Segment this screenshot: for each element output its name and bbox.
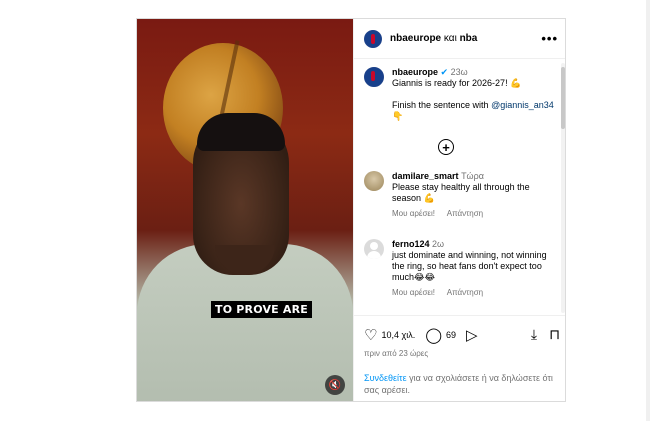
nba-avatar-icon[interactable] — [364, 29, 382, 48]
caption-line-2-text: Finish the sentence with — [392, 100, 492, 110]
mute-icon[interactable]: 🔇 — [325, 375, 345, 395]
comment-text: ferno124 2ω just dominate and winning, n… — [392, 239, 556, 298]
header-connector: και — [443, 33, 457, 44]
user-avatar[interactable] — [364, 171, 384, 191]
page: TO PROVE ARE 🔇 nbaeurope και nba ••• nba… — [0, 0, 650, 421]
bookmark-icon[interactable]: ⊓ — [549, 326, 560, 343]
share-icon[interactable]: ▷ — [466, 328, 478, 343]
caption-line-2: Finish the sentence with @giannis_an34 — [392, 100, 556, 111]
post-side-panel: nbaeurope και nba ••• nbaeurope ✔ 23ω Gi… — [353, 19, 565, 401]
caption-line-1: Giannis is ready for 2026-27! 💪 — [392, 78, 522, 88]
caption-emoji: 👇 — [392, 111, 404, 121]
comment-icon[interactable]: ◯ — [425, 328, 442, 343]
comment-username[interactable]: ferno124 — [392, 239, 430, 249]
comment-body: just dominate and winning, not winning t… — [392, 250, 547, 282]
comment-count: 69 — [446, 330, 457, 340]
download-icon[interactable]: ⤓ — [531, 326, 537, 343]
comment-actions: Μου αρέσει! Απάντηση — [392, 287, 556, 298]
mention-link[interactable]: @giannis_an34 — [491, 100, 554, 110]
post-header: nbaeurope και nba ••• — [354, 19, 565, 59]
comments-scroll-thumb[interactable] — [561, 67, 565, 129]
post-header-names: nbaeurope και nba — [390, 33, 477, 44]
more-options-icon[interactable]: ••• — [541, 31, 558, 46]
header-collaborator-link[interactable]: nba — [460, 33, 478, 44]
reel-video[interactable]: TO PROVE ARE 🔇 — [137, 19, 353, 401]
caption-text: nbaeurope ✔ 23ω Giannis is ready for 202… — [392, 67, 556, 122]
comment-time: 2ω — [432, 239, 445, 249]
nba-avatar-icon[interactable] — [364, 67, 384, 87]
comment-reply-button[interactable]: Απάντηση — [447, 288, 483, 297]
comment-like-button[interactable]: Μου αρέσει! — [392, 209, 435, 218]
comment-username[interactable]: damilare_smart — [392, 171, 459, 181]
caption-author[interactable]: nbaeurope — [392, 67, 438, 77]
load-more-comments-icon[interactable]: + — [438, 139, 454, 155]
post-card: TO PROVE ARE 🔇 nbaeurope και nba ••• nba… — [136, 18, 566, 402]
header-account-link[interactable]: nbaeurope — [390, 33, 441, 44]
caption-time[interactable]: 23ω — [451, 67, 468, 77]
action-row: ♡ 10,4 χιλ. ◯ 69 ▷ ⤓ ⊓ — [364, 326, 560, 344]
player-hair — [197, 113, 285, 151]
comment-time: Τώρα — [461, 171, 484, 181]
page-scrollbar[interactable] — [646, 0, 650, 421]
login-prompt: Συνδεθείτε για να σχολιάσετε ή να δηλώσε… — [364, 372, 558, 396]
comment-body: Please stay healthy all through the seas… — [392, 182, 530, 203]
comment-text: damilare_smart Τώρα Please stay healthy … — [392, 171, 556, 219]
comments-area[interactable]: nbaeurope ✔ 23ω Giannis is ready for 202… — [354, 59, 565, 315]
post-timestamp[interactable]: πριν από 23 ώρες — [364, 349, 428, 358]
comment-reply-button[interactable]: Απάντηση — [447, 209, 483, 218]
like-count[interactable]: 10,4 χιλ. — [381, 330, 415, 340]
default-avatar-icon[interactable] — [364, 239, 384, 259]
verified-icon: ✔ — [440, 67, 449, 77]
action-row-right: ⤓ ⊓ — [531, 326, 560, 343]
login-link[interactable]: Συνδεθείτε — [364, 373, 407, 383]
video-caption: TO PROVE ARE — [211, 301, 313, 318]
comment-like-button[interactable]: Μου αρέσει! — [392, 288, 435, 297]
post-actions: ♡ 10,4 χιλ. ◯ 69 ▷ ⤓ ⊓ πριν από 23 ώρες … — [354, 315, 565, 401]
comment-actions: Μου αρέσει! Απάντηση — [392, 208, 556, 219]
heart-icon[interactable]: ♡ — [364, 328, 377, 343]
